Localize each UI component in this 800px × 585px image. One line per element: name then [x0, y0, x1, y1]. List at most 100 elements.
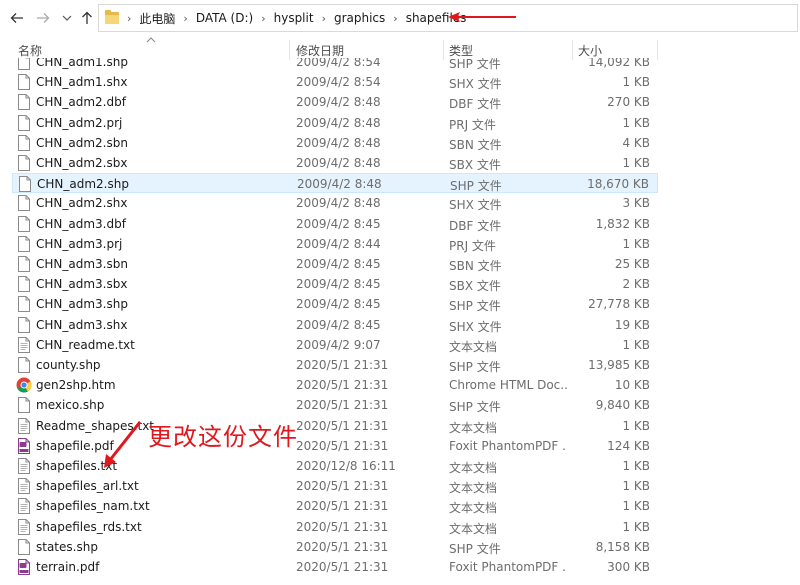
file-size: 18,670 KB: [587, 177, 649, 192]
file-date-modified: 2020/5/1 21:31: [296, 438, 389, 453]
file-row[interactable]: CHN_adm3.sbx 2009/4/2 8:45 SBX 文件 2 KB: [12, 274, 658, 294]
file-size: 1 KB: [622, 236, 650, 251]
file-size: 1 KB: [622, 75, 650, 90]
file-icon: [17, 94, 31, 111]
breadcrumb-graphics[interactable]: graphics: [334, 11, 385, 25]
back-button[interactable]: [8, 9, 26, 27]
file-size: 1 KB: [622, 499, 650, 514]
pdf-icon: [17, 559, 31, 575]
file-date-modified: 2009/4/2 8:54: [296, 75, 381, 90]
file-row[interactable]: CHN_adm1.shp 2009/4/2 8:54 SHP 文件 14,092 KB: [12, 58, 658, 72]
text-file-icon: [17, 336, 31, 353]
chrome-icon: [16, 377, 32, 393]
chevron-right-icon: ›: [127, 11, 132, 25]
file-size: 300 KB: [607, 560, 650, 574]
file-size: 2 KB: [622, 277, 650, 292]
column-size[interactable]: 大小: [578, 42, 602, 59]
file-size: 13,985 KB: [588, 358, 650, 372]
file-row[interactable]: county.shp 2020/5/1 21:31 SHP 文件 13,985 KB: [12, 355, 658, 375]
file-icon: [17, 256, 31, 272]
chevron-down-icon: [62, 15, 72, 21]
file-type: SHP 文件: [449, 360, 501, 374]
file-row[interactable]: CHN_adm3.shp 2009/4/2 8:45 SHP 文件 27,778 KB: [12, 294, 658, 314]
file-row[interactable]: CHN_adm3.shx 2009/4/2 8:45 SHX 文件 19 KB: [12, 315, 658, 335]
file-type: PRJ 文件: [449, 238, 496, 253]
file-icon: [17, 397, 31, 414]
file-date-modified: 2009/4/2 8:54: [296, 58, 381, 69]
file-type: SHP 文件: [450, 179, 502, 194]
file-icon: [18, 176, 32, 193]
file-row[interactable]: mexico.shp 2020/5/1 21:31 SHP 文件 9,840 KB: [12, 395, 658, 415]
file-date-modified: 2020/5/1 21:31: [296, 519, 389, 534]
file-type: SHX 文件: [449, 77, 502, 92]
file-size: 9,840 KB: [595, 398, 650, 413]
file-size: 3 KB: [622, 196, 650, 211]
file-date-modified: 2009/4/2 8:48: [296, 156, 381, 170]
file-row[interactable]: CHN_readme.txt 2009/4/2 9:07 文本文档 1 KB: [12, 335, 658, 355]
file-type: SHP 文件: [449, 299, 501, 314]
file-row[interactable]: CHN_adm2.dbf 2009/4/2 8:48 DBF 文件 270 KB: [12, 92, 658, 112]
file-row[interactable]: CHN_adm2.shx 2009/4/2 8:48 SHX 文件 3 KB: [12, 193, 658, 213]
file-type: SHP 文件: [449, 58, 501, 71]
file-name: shapefiles_rds.txt: [36, 519, 142, 534]
file-icon: [17, 215, 31, 232]
file-row[interactable]: states.shp 2020/5/1 21:31 SHP 文件 8,158 KB: [12, 537, 658, 557]
forward-button[interactable]: [34, 9, 52, 27]
chevron-right-icon: ›: [183, 11, 188, 25]
file-date-modified: 2020/5/1 21:31: [296, 378, 389, 393]
breadcrumb-data-drive[interactable]: DATA (D:): [196, 11, 253, 25]
file-icon: [17, 74, 31, 91]
text-file-icon: [17, 478, 31, 495]
file-row[interactable]: CHN_adm2.prj 2009/4/2 8:48 PRJ 文件 1 KB: [12, 113, 658, 133]
file-row[interactable]: shapefiles_rds.txt 2020/5/1 21:31 文本文档 1 KB: [12, 517, 658, 537]
column-type[interactable]: 类型: [449, 42, 473, 59]
file-icon: [17, 114, 31, 131]
red-arrow-annotation-icon: [104, 421, 142, 468]
file-row[interactable]: CHN_adm2.sbn 2009/4/2 8:48 SBN 文件 4 KB: [12, 133, 658, 153]
file-row[interactable]: CHN_adm1.shx 2009/4/2 8:54 SHX 文件 1 KB: [12, 72, 658, 92]
file-row[interactable]: CHN_adm2.sbx 2009/4/2 8:48 SBX 文件 1 KB: [12, 153, 658, 173]
file-row[interactable]: shapefiles_arl.txt 2020/5/1 21:31 文本文档 1 KB: [12, 476, 658, 496]
file-row[interactable]: CHN_adm3.sbn 2009/4/2 8:45 SBN 文件 25 KB: [12, 254, 658, 274]
file-name: CHN_adm3.prj: [36, 236, 123, 251]
file-type: 文本文档: [449, 481, 498, 496]
file-row[interactable]: CHN_adm2.shp 2009/4/2 8:48 SHP 文件 18,670 KB: [12, 173, 658, 194]
file-date-modified: 2009/4/2 8:45: [296, 317, 381, 332]
column-name[interactable]: 名称: [18, 42, 42, 59]
file-size: 1,832 KB: [595, 216, 650, 231]
file-row[interactable]: gen2shp.htm 2020/5/1 21:31 Chrome HTML Doc…: [12, 375, 658, 395]
file-type: SHP 文件: [449, 400, 501, 415]
file-row[interactable]: terrain.pdf 2020/5/1 21:31 Foxit PhantomPD…: [12, 557, 658, 577]
file-name: mexico.shp: [36, 398, 105, 413]
navigation-bar: › 此电脑 › DATA (D:) › hysplit › graphics ›…: [0, 0, 800, 38]
breadcrumb-hysplit[interactable]: hysplit: [274, 11, 314, 25]
file-type: SHX 文件: [449, 319, 502, 334]
column-date-modified[interactable]: 修改日期: [296, 42, 344, 59]
file-type: DBF 文件: [449, 218, 502, 233]
file-date-modified: 2020/5/1 21:31: [296, 398, 389, 413]
file-name: CHN_readme.txt: [36, 337, 135, 352]
text-file-icon: [17, 417, 31, 434]
recent-locations-button[interactable]: [58, 9, 76, 27]
file-name: CHN_adm2.sbn: [36, 135, 128, 150]
file-name: county.shp: [36, 358, 101, 372]
file-date-modified: 2009/4/2 8:48: [296, 115, 381, 130]
file-row[interactable]: shapefiles_nam.txt 2020/5/1 21:31 文本文档 1 KB: [12, 496, 658, 516]
file-type: 文本文档: [449, 521, 498, 536]
file-icon: [17, 296, 31, 313]
file-name: CHN_adm1.shx: [36, 75, 128, 90]
file-size: 1 KB: [622, 418, 650, 433]
file-size: 1 KB: [622, 459, 650, 473]
file-name: CHN_adm3.shp: [36, 297, 128, 312]
file-name: terrain.pdf: [36, 560, 100, 574]
file-size: 25 KB: [614, 257, 650, 271]
file-row[interactable]: CHN_adm3.prj 2009/4/2 8:44 PRJ 文件 1 KB: [12, 234, 658, 254]
file-date-modified: 2020/5/1 21:31: [296, 358, 389, 372]
file-date-modified: 2020/5/1 21:31: [296, 499, 389, 514]
file-row[interactable]: CHN_adm3.dbf 2009/4/2 8:45 DBF 文件 1,832 KB: [12, 214, 658, 234]
file-date-modified: 2009/4/2 8:45: [296, 257, 381, 271]
up-button[interactable]: [78, 9, 96, 27]
breadcrumb-this-pc[interactable]: 此电脑: [139, 10, 175, 27]
chevron-right-icon: ›: [261, 11, 266, 25]
file-size: 27,778 KB: [588, 297, 650, 312]
